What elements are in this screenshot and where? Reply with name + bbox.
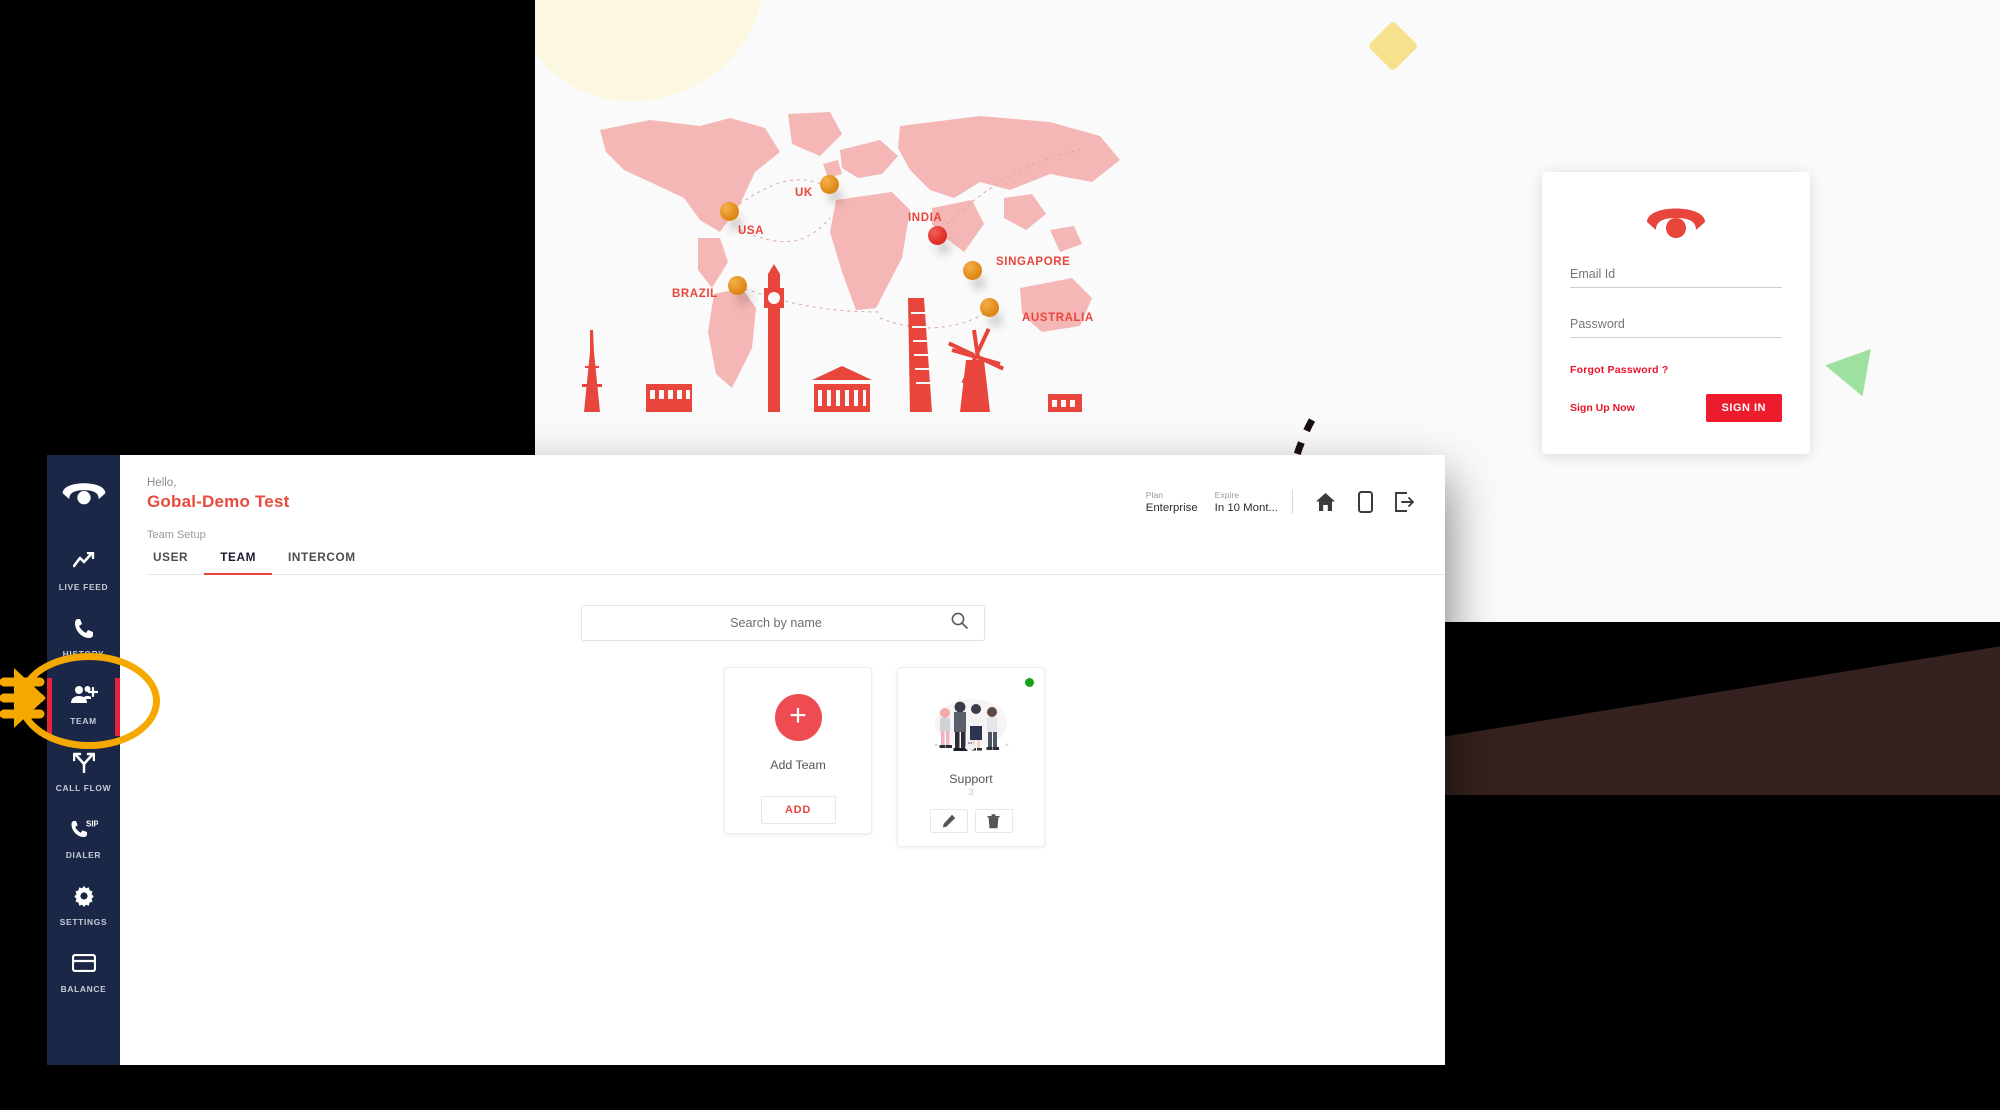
sidebar-item-label: SETTINGS	[59, 917, 108, 927]
tab-team[interactable]: TEAM	[204, 550, 272, 575]
sidebar-item-label: LIVE FEED	[58, 582, 109, 592]
forgot-password-link[interactable]: Forgot Password ?	[1570, 364, 1782, 376]
map-pin-uk	[820, 175, 839, 194]
phone-sip-icon: SIP	[70, 817, 98, 841]
team-name: Support	[949, 772, 993, 786]
sidebar-item-label: HISTORY	[62, 649, 105, 659]
map-label: USA	[738, 225, 765, 237]
map-pin-india	[928, 226, 947, 245]
sidebar-item-live-feed[interactable]: LIVE FEED	[47, 536, 120, 603]
search-input[interactable]	[601, 616, 951, 630]
map-pin-usa	[720, 202, 739, 221]
top-bar-right: Plan Enterprise Expire In 10 Mont...	[1146, 490, 1415, 514]
plan-label: Plan	[1145, 490, 1163, 500]
search-bar	[580, 605, 985, 641]
add-team-label: Add Team	[770, 758, 826, 772]
expire-label: Expire	[1214, 490, 1240, 500]
phone-icon	[74, 616, 94, 640]
section-title: Team Setup	[147, 529, 206, 541]
svg-text:SIP: SIP	[86, 819, 98, 828]
tab-bar: USER TEAM INTERCOM	[147, 550, 1445, 575]
map-label: INDIA	[908, 212, 943, 224]
branch-arrow-icon	[72, 750, 95, 774]
map-label: SINGAPORE	[996, 256, 1071, 268]
password-field[interactable]	[1570, 314, 1782, 338]
sidebar-item-label: TEAM	[70, 716, 97, 726]
map-pin-brazil	[728, 276, 747, 295]
plus-icon[interactable]: +	[774, 694, 822, 741]
plan-meta: Plan Enterprise	[1146, 490, 1198, 514]
sidebar-item-history[interactable]: HISTORY	[47, 603, 120, 670]
team-card[interactable]: Support 3	[897, 667, 1045, 847]
team-illustration	[926, 696, 1016, 754]
home-icon[interactable]	[1315, 492, 1336, 512]
sidebar-item-label: CALL FLOW	[55, 783, 112, 793]
credit-card-icon	[71, 951, 96, 975]
green-triangle-decoration	[1821, 341, 1871, 397]
sidebar-item-label: DIALER	[65, 850, 102, 860]
sidebar: LIVE FEED HISTORY TEAM CALL FLOW SIP DIA…	[47, 455, 120, 1065]
account-name: Gobal-Demo Test	[147, 492, 290, 511]
status-badge	[1025, 678, 1034, 687]
search-icon[interactable]	[951, 612, 968, 634]
dashboard-window: LIVE FEED HISTORY TEAM CALL FLOW SIP DIA…	[47, 455, 1445, 1065]
greeting-text: Hello,	[147, 477, 177, 489]
logout-icon[interactable]	[1395, 492, 1415, 512]
map-pin-singapore	[963, 261, 982, 280]
gear-icon	[73, 884, 95, 908]
sidebar-item-team[interactable]: TEAM	[47, 670, 120, 737]
edit-team-button[interactable]	[929, 809, 968, 833]
map-label: AUSTRALIA	[1022, 312, 1094, 324]
password-field-wrapper	[1570, 314, 1782, 338]
signup-link[interactable]: Sign Up Now	[1570, 402, 1635, 414]
world-map-illustration: UK USA INDIA SINGAPORE BRAZIL AUSTRALIA	[580, 112, 1140, 412]
sidebar-item-label: BALANCE	[60, 984, 107, 994]
section-tabs-area: Team Setup USER TEAM INTERCOM	[120, 529, 1445, 575]
yellow-blob-decoration	[535, 0, 780, 117]
main-content: Hello, Gobal-Demo Test Plan Enterprise E…	[120, 455, 1445, 1065]
phone-hangup-logo	[1570, 200, 1782, 238]
login-actions: Sign Up Now SIGN IN	[1570, 394, 1782, 422]
map-pin-australia	[980, 298, 999, 317]
expire-meta: Expire In 10 Mont...	[1215, 490, 1278, 514]
delete-team-button[interactable]	[974, 809, 1013, 833]
signin-button[interactable]: SIGN IN	[1705, 394, 1782, 422]
team-card-grid: + Add Team ADD Support 3	[724, 667, 1445, 847]
greeting-block: Hello, Gobal-Demo Test	[147, 477, 289, 512]
sidebar-item-balance[interactable]: BALANCE	[47, 938, 120, 1005]
map-label: BRAZIL	[672, 288, 718, 300]
top-bar-icons	[1293, 491, 1415, 513]
email-field[interactable]	[1570, 264, 1782, 288]
sidebar-item-dialer[interactable]: SIP DIALER	[47, 804, 120, 871]
team-card-actions	[929, 809, 1013, 833]
yellow-diamond-decoration	[1367, 20, 1419, 72]
sidebar-item-call-flow[interactable]: CALL FLOW	[47, 737, 120, 804]
login-card: Forgot Password ? Sign Up Now SIGN IN	[1542, 172, 1810, 454]
chart-line-icon	[72, 549, 95, 573]
plan-meta-group: Plan Enterprise Expire In 10 Mont...	[1146, 490, 1293, 514]
add-button[interactable]: ADD	[760, 796, 836, 824]
sidebar-logo-icon	[60, 477, 108, 510]
content-area: + Add Team ADD	[120, 575, 1445, 1065]
top-bar: Hello, Gobal-Demo Test Plan Enterprise E…	[120, 455, 1445, 529]
plan-value: Enterprise	[1145, 502, 1198, 514]
add-team-card[interactable]: + Add Team ADD	[724, 667, 872, 834]
map-label: UK	[795, 187, 813, 199]
sidebar-item-settings[interactable]: SETTINGS	[47, 871, 120, 938]
people-add-icon	[70, 683, 98, 707]
tab-user[interactable]: USER	[147, 550, 204, 574]
email-field-wrapper	[1570, 264, 1782, 288]
expire-value: In 10 Mont...	[1214, 502, 1278, 514]
mobile-icon[interactable]	[1358, 491, 1373, 513]
tab-intercom[interactable]: INTERCOM	[272, 550, 372, 574]
team-member-count: 3	[968, 787, 974, 798]
